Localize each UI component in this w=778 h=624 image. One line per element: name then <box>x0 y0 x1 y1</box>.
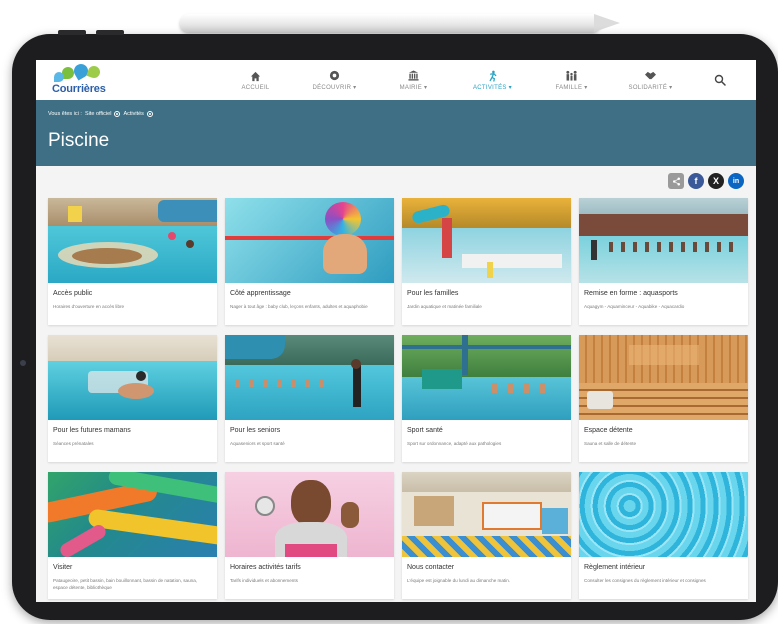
card-image <box>402 335 571 420</box>
card-image <box>48 472 217 557</box>
nav-label: SOLIDARITÉ ▾ <box>628 85 673 91</box>
x-share-button[interactable]: X <box>708 173 724 189</box>
card-description: Pataugeoire, petit bassin, bain bouillon… <box>53 578 198 590</box>
breadcrumb-link-activites[interactable]: Activités <box>123 111 143 117</box>
share-button[interactable] <box>668 173 684 189</box>
card-description: Jardin aquatique et matinée familiale <box>407 304 482 309</box>
nav-label: DÉCOUVRIR ▾ <box>312 85 357 91</box>
card-image <box>48 198 217 283</box>
card-description: Aquaseniors et sport santé <box>230 441 285 446</box>
breadcrumb-prefix: Vous êtes ici : <box>48 111 82 117</box>
card-seniors[interactable]: Pour les seniors Aquaseniors et sport sa… <box>225 335 394 462</box>
volume-button <box>58 30 86 35</box>
card-title: Horaires activités tarifs <box>230 564 301 571</box>
eye-icon <box>329 69 340 82</box>
card-description: Sport sur ordonnance, adapté aux patholo… <box>407 441 502 446</box>
card-image <box>225 472 394 557</box>
card-espace-detente[interactable]: Espace détente Sauna et salle de détente <box>579 335 748 462</box>
nav-item-activites[interactable]: ACTIVITÉS ▾ <box>453 60 532 100</box>
card-title: Pour les seniors <box>230 427 281 434</box>
chevron-right-icon <box>146 111 153 117</box>
stylus-tip <box>594 14 620 32</box>
card-horaires-tarifs[interactable]: Horaires activités tarifs Tarifs individ… <box>225 472 394 599</box>
card-image <box>225 335 394 420</box>
share-icon <box>672 177 680 185</box>
card-title: Côté apprentissage <box>230 290 291 297</box>
card-title: Visiter <box>53 564 73 571</box>
stylus <box>180 10 630 36</box>
card-cote-apprentissage[interactable]: Côté apprentissage Nager à tout âge : ba… <box>225 198 394 325</box>
camera-dot <box>20 360 26 366</box>
chevron-right-icon <box>114 111 121 117</box>
family-icon <box>565 69 578 82</box>
card-description: Séances prénatales <box>53 441 94 446</box>
page-title: Piscine <box>48 130 110 151</box>
town-hall-icon <box>408 69 419 82</box>
card-title: Espace détente <box>584 427 633 434</box>
card-description: L'équipe est joignable du lundi au diman… <box>407 578 511 583</box>
logo-text: Courrières <box>52 83 106 95</box>
card-image <box>48 335 217 420</box>
card-title: Règlement intérieur <box>584 564 646 571</box>
card-acces-public[interactable]: Accès public Horaires d'ouverture en acc… <box>48 198 217 325</box>
card-pour-les-familles[interactable]: Pour les familles Jardin aquatique et ma… <box>402 198 571 325</box>
card-description: Nager à tout âge : baby club, leçons enf… <box>230 304 368 309</box>
card-description: Tarifs individuels et abonnements <box>230 578 298 583</box>
volume-button <box>96 30 124 35</box>
card-remise-en-forme[interactable]: Remise en forme : aquasports Aquagym - A… <box>579 198 748 325</box>
x-icon: X <box>712 176 719 186</box>
card-title: Accès public <box>53 290 93 297</box>
nav-item-famille[interactable]: FAMILLE ▾ <box>532 60 611 100</box>
card-futures-mamans[interactable]: Pour les futures mamans Séances prénatal… <box>48 335 217 462</box>
nav-item-decouvrir[interactable]: DÉCOUVRIR ▾ <box>295 60 374 100</box>
nav-item-accueil[interactable]: ACCUEIL <box>216 60 295 100</box>
linkedin-share-button[interactable]: in <box>728 173 744 189</box>
card-image <box>402 198 571 283</box>
card-visiter[interactable]: Visiter Pataugeoire, petit bassin, bain … <box>48 472 217 599</box>
card-title: Remise en forme : aquasports <box>584 290 678 297</box>
nav-label: ACTIVITÉS ▾ <box>473 85 512 91</box>
site-logo[interactable]: Courrières <box>50 61 112 96</box>
card-image <box>579 472 748 557</box>
card-description: Sauna et salle de détente <box>584 441 637 446</box>
linkedin-icon: in <box>732 177 740 185</box>
card-description: Horaires d'ouverture en accès libre <box>53 304 125 309</box>
nav-label: ACCUEIL <box>241 84 270 91</box>
stylus-body <box>180 14 600 32</box>
card-sport-sante[interactable]: Sport santé Sport sur ordonnance, adapté… <box>402 335 571 462</box>
card-reglement-interieur[interactable]: Règlement intérieur Consulter les consig… <box>579 472 748 599</box>
card-image <box>579 335 748 420</box>
home-icon <box>250 70 261 83</box>
facebook-share-button[interactable]: f <box>688 173 704 189</box>
card-title: Pour les futures mamans <box>53 427 131 434</box>
card-image <box>579 198 748 283</box>
facebook-icon: f <box>694 176 698 186</box>
breadcrumb: Vous êtes ici : Site officiel Activités <box>48 111 153 117</box>
handshake-icon <box>644 69 657 82</box>
breadcrumb-link-site-officiel[interactable]: Site officiel <box>85 111 112 117</box>
nav-label: FAMILLE ▾ <box>555 85 588 91</box>
card-description: Aquagym - Aquaminceur - Aquabike - Aquac… <box>584 304 685 309</box>
card-title: Pour les familles <box>407 290 459 297</box>
page-banner: Vous êtes ici : Site officiel Activités … <box>36 100 756 166</box>
site-header: Courrières ACCUEIL DÉCOUVRIR ▾ MAIRIE ▾ <box>36 60 756 100</box>
card-image <box>402 472 571 557</box>
main-nav: ACCUEIL DÉCOUVRIR ▾ MAIRIE ▾ ACTIVITÉS ▾ <box>216 60 690 100</box>
search-icon[interactable] <box>714 73 728 87</box>
card-image <box>225 198 394 283</box>
browser-screen: Courrières ACCUEIL DÉCOUVRIR ▾ MAIRIE ▾ <box>36 60 756 602</box>
nav-label: MAIRIE ▾ <box>399 85 428 91</box>
runner-icon <box>487 69 498 82</box>
card-title: Sport santé <box>407 427 443 434</box>
card-description: Consulter les consignes du règlement int… <box>584 578 706 583</box>
card-title: Nous contacter <box>407 564 455 571</box>
nav-item-mairie[interactable]: MAIRIE ▾ <box>374 60 453 100</box>
nav-item-solidarite[interactable]: SOLIDARITÉ ▾ <box>611 60 690 100</box>
card-nous-contacter[interactable]: Nous contacter L'équipe est joignable du… <box>402 472 571 599</box>
